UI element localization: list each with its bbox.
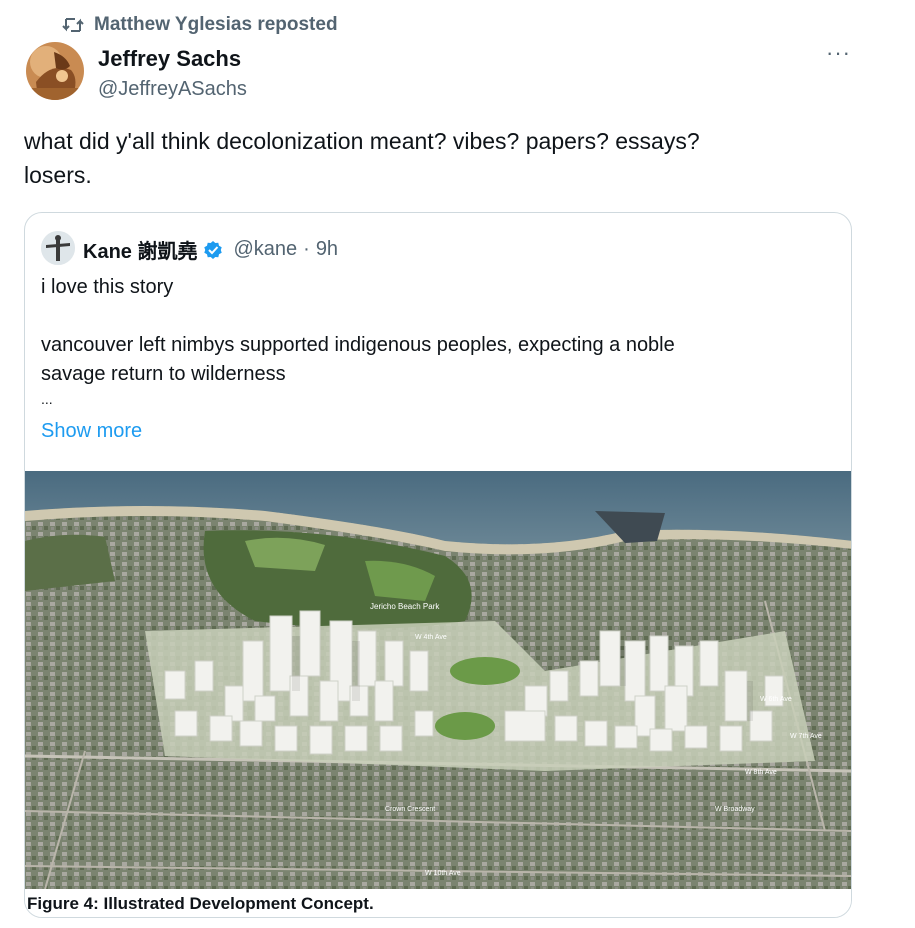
- tweet-text: what did y'all think decolonization mean…: [24, 124, 844, 192]
- quote-text-ellipsis: ...: [41, 391, 53, 407]
- quote-tweet-card[interactable]: Kane 謝凱堯 @kane · 9h i love this story va…: [24, 212, 852, 918]
- tweet-text-line: losers.: [24, 162, 92, 188]
- map-label-street: W 6th Ave: [760, 696, 792, 703]
- more-options-icon[interactable]: ···: [826, 40, 851, 66]
- quote-text-line: vancouver left nimbys supported indigeno…: [41, 334, 675, 356]
- quote-text: i love this story vancouver left nimbys …: [41, 273, 831, 409]
- quote-timestamp[interactable]: 9h: [316, 238, 338, 261]
- show-more-link[interactable]: Show more: [41, 420, 142, 443]
- map-label-street: Crown Crescent: [385, 806, 435, 813]
- avatar[interactable]: [26, 42, 84, 100]
- map-label-street: W 8th Ave: [745, 769, 777, 776]
- map-label-street: W 4th Ave: [415, 634, 447, 641]
- repost-icon: [62, 18, 84, 32]
- image-caption: Figure 4: Illustrated Development Concep…: [25, 889, 851, 917]
- map-label-street: W 10th Ave: [425, 870, 461, 877]
- author-handle[interactable]: @JeffreyASachs: [98, 78, 247, 101]
- repost-label: Matthew Yglesias reposted: [94, 14, 338, 35]
- map-label-street: W 7th Ave: [790, 733, 822, 740]
- quote-author-handle[interactable]: @kane: [233, 238, 297, 261]
- map-label-street: W Broadway: [715, 806, 755, 813]
- tweet-text-line: what did y'all think decolonization mean…: [24, 128, 700, 154]
- author-name[interactable]: Jeffrey Sachs: [98, 46, 241, 72]
- repost-banner[interactable]: Matthew Yglesias reposted: [62, 14, 338, 36]
- quote-avatar[interactable]: [41, 231, 75, 265]
- separator-dot: ·: [303, 238, 310, 260]
- map-label-park: Jericho Beach Park: [370, 602, 440, 611]
- quote-text-line: savage return to wilderness: [41, 363, 286, 385]
- development-concept-image[interactable]: Jericho Beach Park W 4th Ave W 6th Ave W…: [25, 471, 852, 889]
- quote-text-line: i love this story: [41, 276, 174, 298]
- quote-header: Kane 謝凱堯 @kane · 9h: [83, 235, 338, 264]
- verified-badge-icon: [204, 240, 223, 259]
- quote-author-name[interactable]: Kane 謝凱堯: [83, 235, 197, 264]
